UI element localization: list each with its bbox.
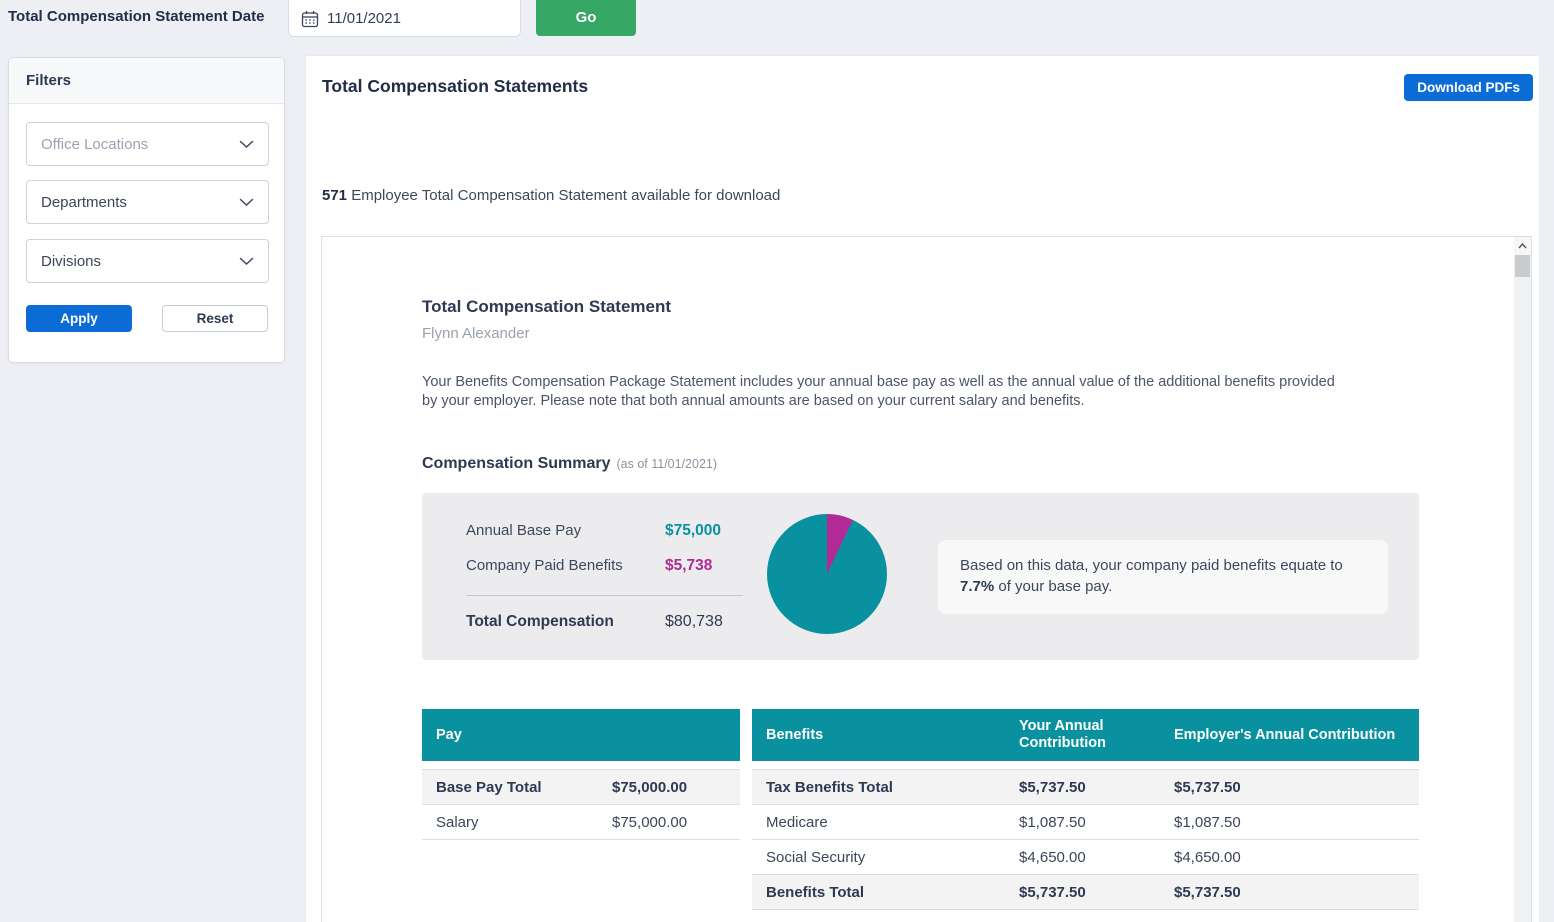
statement-tables: Pay Base Pay Total $75,000.00 Salary $75… bbox=[422, 709, 1419, 910]
summary-heading: Compensation Summary bbox=[422, 455, 610, 472]
row-label: Tax Benefits Total bbox=[766, 779, 1019, 796]
note-line-1: Based on this data, your company paid be… bbox=[960, 556, 1368, 577]
table-row: Salary $75,000.00 bbox=[422, 805, 740, 840]
row-label: Salary bbox=[436, 814, 612, 831]
summary-section-heading: Compensation Summary (as of 11/01/2021) bbox=[422, 455, 1419, 473]
summary-as-of: (as of 11/01/2021) bbox=[616, 457, 717, 471]
row-your-value: $1,087.50 bbox=[1019, 814, 1174, 831]
statement-intro: Your Benefits Compensation Package State… bbox=[422, 373, 1419, 411]
row-label: Benefits Total bbox=[766, 884, 1019, 901]
table-row: Social Security $4,650.00 $4,650.00 bbox=[752, 840, 1419, 875]
your-contribution-header: Your Annual Contribution bbox=[1019, 718, 1174, 753]
note-percentage: 7.7% bbox=[960, 578, 994, 595]
scrollbar[interactable] bbox=[1514, 237, 1531, 922]
row-label: Base Pay Total bbox=[436, 779, 612, 796]
date-input[interactable]: 11/01/2021 bbox=[288, 0, 521, 37]
chevron-down-icon bbox=[239, 257, 254, 266]
benefits-table-body: Tax Benefits Total $5,737.50 $5,737.50 M… bbox=[752, 769, 1419, 910]
filters-header: Filters bbox=[9, 58, 284, 104]
row-value: $75,000.00 bbox=[612, 779, 726, 796]
benefits-table: Benefits Your Annual Contribution Employ… bbox=[752, 709, 1419, 910]
pay-table-body: Base Pay Total $75,000.00 Salary $75,000… bbox=[422, 769, 740, 840]
scroll-up-icon bbox=[1518, 243, 1527, 249]
statement-title: Total Compensation Statement bbox=[422, 297, 1419, 317]
total-compensation-value: $80,738 bbox=[665, 613, 723, 631]
summary-figures: Annual Base Pay $75,000 Company Paid Ben… bbox=[466, 522, 786, 631]
employer-contribution-header: Employer's Annual Contribution bbox=[1174, 727, 1405, 744]
page-title: Total Compensation Statements bbox=[322, 76, 588, 97]
filters-title: Filters bbox=[26, 72, 71, 89]
scrollbar-thumb[interactable] bbox=[1515, 255, 1530, 277]
apply-button[interactable]: Apply bbox=[26, 305, 132, 332]
statement-count-text: Employee Total Compensation Statement av… bbox=[347, 187, 780, 204]
departments-label: Departments bbox=[41, 194, 127, 211]
row-value: $75,000.00 bbox=[612, 814, 726, 831]
row-your-value: $4,650.00 bbox=[1019, 849, 1174, 866]
row-label: Social Security bbox=[766, 849, 1019, 866]
row-employer-value: $1,087.50 bbox=[1174, 814, 1405, 831]
divisions-dropdown[interactable]: Divisions bbox=[26, 239, 269, 283]
pie-chart bbox=[767, 514, 887, 634]
benefits-header-label: Benefits bbox=[766, 727, 1019, 744]
row-label: Medicare bbox=[766, 814, 1019, 831]
date-filter-label: Total Compensation Statement Date bbox=[8, 8, 264, 25]
table-row: Medicare $1,087.50 $1,087.50 bbox=[752, 805, 1419, 840]
intro-line-2: by your employer. Please note that both … bbox=[422, 392, 1419, 411]
statement-document: Total Compensation Statement Flynn Alexa… bbox=[322, 237, 1531, 910]
row-employer-value: $4,650.00 bbox=[1174, 849, 1405, 866]
pay-table: Pay Base Pay Total $75,000.00 Salary $75… bbox=[422, 709, 740, 910]
chevron-down-icon bbox=[239, 198, 254, 207]
table-row: Benefits Total $5,737.50 $5,737.50 bbox=[752, 875, 1419, 910]
statement-count: 571 bbox=[322, 187, 347, 204]
benefits-table-header: Benefits Your Annual Contribution Employ… bbox=[752, 709, 1419, 761]
main-panel: Total Compensation Statements Download P… bbox=[305, 55, 1540, 922]
intro-line-1: Your Benefits Compensation Package State… bbox=[422, 373, 1419, 392]
annual-base-pay-value: $75,000 bbox=[665, 522, 721, 540]
summary-row: Annual Base Pay $75,000 bbox=[466, 522, 786, 540]
table-row: Base Pay Total $75,000.00 bbox=[422, 770, 740, 805]
row-employer-value: $5,737.50 bbox=[1174, 884, 1405, 901]
statement-viewer: Total Compensation Statement Flynn Alexa… bbox=[321, 236, 1532, 922]
company-paid-benefits-label: Company Paid Benefits bbox=[466, 557, 665, 575]
row-your-value: $5,737.50 bbox=[1019, 779, 1174, 796]
summary-row: Company Paid Benefits $5,738 bbox=[466, 557, 786, 575]
row-your-value: $5,737.50 bbox=[1019, 884, 1174, 901]
office-locations-dropdown[interactable]: Office Locations bbox=[26, 122, 269, 166]
download-pdfs-button[interactable]: Download PDFs bbox=[1404, 74, 1533, 101]
reset-button[interactable]: Reset bbox=[162, 305, 268, 332]
total-compensation-label: Total Compensation bbox=[466, 613, 665, 631]
go-button[interactable]: Go bbox=[536, 0, 636, 36]
note-rest: of your base pay. bbox=[994, 578, 1112, 595]
summary-divider bbox=[466, 595, 743, 596]
calendar-icon bbox=[301, 5, 319, 28]
scroll-up-button[interactable] bbox=[1514, 237, 1531, 255]
compensation-summary-box: Annual Base Pay $75,000 Company Paid Ben… bbox=[422, 493, 1419, 660]
date-value: 11/01/2021 bbox=[327, 6, 401, 27]
chevron-down-icon bbox=[239, 140, 254, 149]
annual-base-pay-label: Annual Base Pay bbox=[466, 522, 665, 540]
company-paid-benefits-value: $5,738 bbox=[665, 557, 712, 575]
departments-dropdown[interactable]: Departments bbox=[26, 180, 269, 224]
divisions-label: Divisions bbox=[41, 253, 101, 270]
office-locations-label: Office Locations bbox=[41, 136, 148, 153]
pay-header-label: Pay bbox=[436, 727, 462, 744]
summary-total-row: Total Compensation $80,738 bbox=[466, 613, 786, 631]
table-row: Tax Benefits Total $5,737.50 $5,737.50 bbox=[752, 770, 1419, 805]
row-employer-value: $5,737.50 bbox=[1174, 779, 1405, 796]
employee-name: Flynn Alexander bbox=[422, 325, 1419, 342]
statement-count-line: 571 Employee Total Compensation Statemen… bbox=[322, 187, 780, 204]
pay-table-header: Pay bbox=[422, 709, 740, 761]
filters-panel: Filters Office Locations Departments Div… bbox=[8, 57, 285, 363]
benefits-note-box: Based on this data, your company paid be… bbox=[938, 540, 1388, 614]
note-line-2: 7.7% of your base pay. bbox=[960, 577, 1368, 598]
